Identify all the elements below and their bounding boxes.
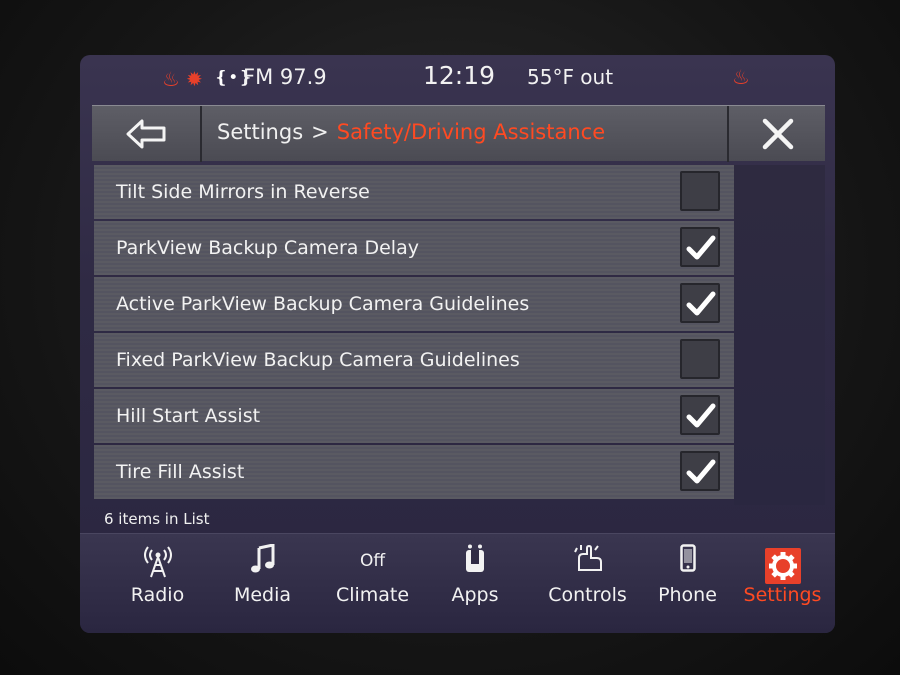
- nav-label: Controls: [548, 584, 627, 606]
- nav-climate[interactable]: Off Climate: [320, 534, 425, 633]
- nav-label: Phone: [658, 584, 717, 606]
- nav-media[interactable]: Media: [215, 534, 310, 633]
- clock: 12:19: [423, 61, 496, 90]
- controls-icon: [535, 534, 640, 578]
- back-arrow-icon: [126, 119, 166, 149]
- nav-label: Climate: [335, 584, 410, 606]
- setting-row-tilt-mirrors[interactable]: Tilt Side Mirrors in Reverse: [94, 165, 734, 219]
- heated-seat-right-icon[interactable]: ♨: [732, 65, 750, 89]
- heated-steering-wheel-icon[interactable]: ✹: [186, 67, 203, 91]
- nav-controls[interactable]: Controls: [535, 534, 640, 633]
- radio-tower-icon: [110, 534, 205, 578]
- gear-icon: [764, 548, 801, 584]
- phone-icon: [645, 534, 730, 578]
- nav-label: Radio: [130, 584, 185, 606]
- outside-temperature: 55°F out: [527, 65, 614, 89]
- status-bar: ♨ ✹ ❴•❵ FM 97.9 12:19 55°F out ♨: [80, 55, 835, 101]
- setting-row-hill-start[interactable]: Hill Start Assist: [94, 389, 734, 443]
- gear-icon-container: [735, 534, 830, 584]
- setting-checkbox[interactable]: [680, 171, 720, 211]
- checkmark-icon: [686, 235, 716, 260]
- music-note-icon: [215, 534, 310, 578]
- bottom-nav-bar: Radio Media Off Climate Apps Controls Ph…: [80, 533, 835, 633]
- list-scroll-track[interactable]: [734, 165, 825, 505]
- nav-label: Media: [233, 584, 292, 606]
- checkmark-icon: [686, 403, 716, 428]
- climate-status: Off: [320, 534, 425, 578]
- setting-checkbox[interactable]: [680, 395, 720, 435]
- setting-label: Tilt Side Mirrors in Reverse: [116, 181, 370, 203]
- setting-checkbox[interactable]: [680, 451, 720, 491]
- checkmark-icon: [686, 459, 716, 484]
- apps-icon: [430, 534, 520, 578]
- setting-checkbox[interactable]: [680, 283, 720, 323]
- list-item-count: 6 items in List: [104, 510, 210, 528]
- settings-header: Settings > Safety/Driving Assistance: [92, 105, 825, 162]
- radio-station: FM 97.9: [243, 65, 327, 89]
- nav-settings[interactable]: Settings: [735, 534, 830, 633]
- setting-label: Tire Fill Assist: [116, 461, 245, 483]
- nav-radio[interactable]: Radio: [110, 534, 205, 633]
- setting-checkbox[interactable]: [680, 227, 720, 267]
- breadcrumb-current: Safety/Driving Assistance: [336, 120, 606, 144]
- display-screen: ♨ ✹ ❴•❵ FM 97.9 12:19 55°F out ♨ Setting…: [80, 55, 835, 633]
- nav-label: Settings: [743, 584, 822, 606]
- nav-apps[interactable]: Apps: [430, 534, 520, 633]
- setting-row-fixed-guidelines[interactable]: Fixed ParkView Backup Camera Guidelines: [94, 333, 734, 387]
- breadcrumb-separator: >: [311, 120, 329, 144]
- nav-phone[interactable]: Phone: [645, 534, 730, 633]
- climate-status-text: Off: [359, 551, 386, 571]
- setting-label: Hill Start Assist: [116, 405, 261, 427]
- setting-label: Fixed ParkView Backup Camera Guidelines: [116, 349, 520, 371]
- settings-list: Tilt Side Mirrors in Reverse ParkView Ba…: [94, 165, 734, 505]
- close-button[interactable]: [727, 106, 825, 162]
- setting-checkbox[interactable]: [680, 339, 720, 379]
- close-icon: [762, 118, 794, 150]
- heated-seat-icon[interactable]: ♨: [162, 67, 180, 91]
- setting-row-active-guidelines[interactable]: Active ParkView Backup Camera Guidelines: [94, 277, 734, 331]
- nav-label: Apps: [451, 584, 499, 606]
- setting-row-camera-delay[interactable]: ParkView Backup Camera Delay: [94, 221, 734, 275]
- setting-row-tire-fill[interactable]: Tire Fill Assist: [94, 445, 734, 499]
- checkmark-icon: [686, 291, 716, 316]
- breadcrumb-root[interactable]: Settings: [217, 120, 303, 144]
- back-button[interactable]: [92, 106, 202, 162]
- breadcrumb: Settings > Safety/Driving Assistance: [217, 120, 605, 144]
- setting-label: Active ParkView Backup Camera Guidelines: [116, 293, 530, 315]
- setting-label: ParkView Backup Camera Delay: [116, 237, 419, 259]
